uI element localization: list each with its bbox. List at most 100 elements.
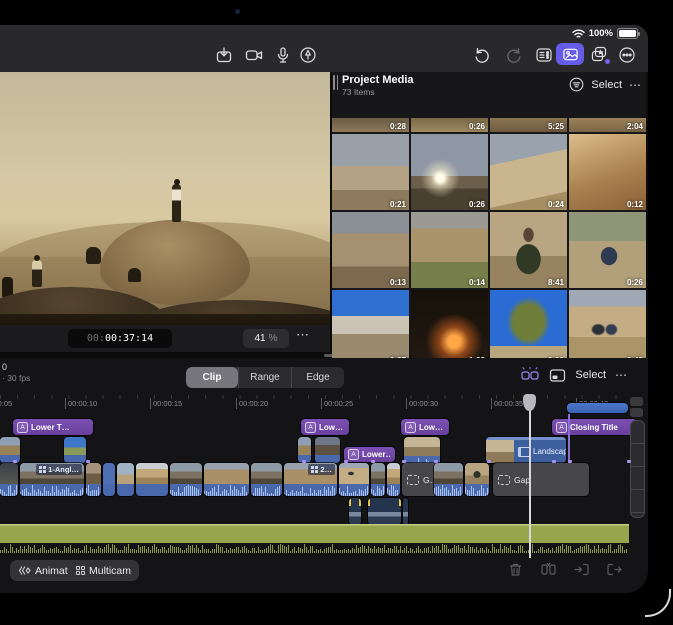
trash-icon[interactable]	[508, 562, 523, 577]
multicam-clip-label: 2…	[320, 465, 332, 474]
title-clip[interactable]: ALow…	[401, 419, 449, 435]
title-clip[interactable]: AClosing Title	[552, 419, 637, 435]
multicam-clip-icon	[39, 466, 46, 473]
title-clip[interactable]: ALow…	[301, 419, 349, 435]
media-thumbnail[interactable]: 0:26	[411, 118, 488, 132]
connected-clip[interactable]	[64, 437, 86, 463]
primary-clip[interactable]: 2…	[284, 463, 337, 496]
multicam-button[interactable]: Multicam	[68, 560, 139, 581]
primary-clip[interactable]: 1-Angl…	[20, 463, 84, 496]
media-select-button[interactable]: Select	[591, 79, 622, 91]
media-thumbnail[interactable]: 0:12	[569, 134, 646, 210]
gap-icon	[498, 475, 510, 485]
overwrite-icon[interactable]	[574, 562, 589, 577]
gap-icon	[407, 475, 419, 485]
track-handle[interactable]	[630, 408, 643, 417]
pencil-icon[interactable]	[299, 46, 317, 64]
media-thumbnail[interactable]: 0:26	[569, 212, 646, 288]
title-clip[interactable]: ALower…	[344, 447, 395, 462]
connected-clip[interactable]	[567, 403, 628, 413]
import-icon[interactable]	[215, 46, 233, 64]
project-media-title: Project Media	[342, 74, 414, 86]
playhead-line[interactable]	[529, 395, 531, 558]
primary-clip[interactable]	[170, 463, 202, 496]
clip-duration: 5:25	[548, 122, 564, 131]
media-thumbnail[interactable]: 0:14	[411, 212, 488, 288]
clip-duration: 0:28	[390, 122, 406, 131]
viewer-person-standing	[172, 184, 181, 222]
device-corner-highlight	[645, 589, 671, 617]
clip-duration: 8:41	[548, 278, 564, 287]
music-waveform	[0, 543, 629, 553]
primary-clip[interactable]	[251, 463, 282, 496]
undo-icon[interactable]	[473, 46, 491, 64]
media-thumbnail[interactable]: 5:25	[490, 118, 567, 132]
media-thumbnail[interactable]: 0:48	[569, 290, 646, 366]
multicam-clip-label: 1-Angl…	[48, 465, 79, 474]
mic-icon[interactable]	[274, 46, 292, 64]
media-thumbnail[interactable]: 0:19	[490, 290, 567, 366]
effects-icon[interactable]	[590, 45, 608, 63]
append-icon[interactable]	[607, 562, 622, 577]
ipad-screenshot: 100%	[0, 0, 673, 625]
final-cut-pro-window: 100%	[0, 25, 648, 593]
primary-clip[interactable]	[434, 463, 463, 496]
inspector-icon[interactable]	[535, 46, 553, 64]
connected-clip-label: Landscap…	[533, 447, 566, 456]
primary-clip[interactable]	[117, 463, 134, 496]
connected-audio-clip[interactable]	[349, 498, 361, 525]
media-thumbnail[interactable]: 0:24	[490, 134, 567, 210]
music-audio-clip[interactable]	[0, 524, 629, 543]
primary-clip[interactable]	[339, 463, 369, 496]
timeline-vertical-scrollbar[interactable]	[630, 420, 645, 518]
media-thumbnail[interactable]: 8:41	[490, 212, 567, 288]
title-badge-icon: A	[305, 422, 316, 433]
primary-clip[interactable]	[371, 463, 385, 496]
media-thumbnail[interactable]: 0:26	[411, 134, 488, 210]
timecode-display[interactable]: 00:00:37:14	[68, 329, 172, 348]
viewer[interactable]	[0, 72, 330, 325]
project-media-panel: Project Media 73 Items Select ⋯ 0:280:26…	[332, 72, 646, 356]
clip-connection-marker	[402, 460, 406, 463]
gap-clip[interactable]: Gap	[493, 463, 589, 496]
primary-clip[interactable]	[387, 463, 400, 496]
multicam-icon	[76, 566, 85, 575]
camera-icon[interactable]	[245, 46, 263, 64]
title-clip-label: Low…	[419, 423, 443, 432]
connected-audio-clip[interactable]	[403, 498, 408, 525]
media-thumbnail[interactable]: 0:13	[332, 212, 409, 288]
title-clip-label: Closing Title	[570, 423, 618, 432]
zoom-level[interactable]: 41%	[243, 329, 289, 348]
primary-clip[interactable]	[103, 463, 115, 496]
media-more-icon[interactable]: ⋯	[629, 78, 642, 92]
multicam-clip-icon	[311, 466, 318, 473]
connected-audio-clip[interactable]	[368, 498, 401, 525]
effects-badge	[605, 59, 610, 64]
animate-icon	[18, 565, 31, 576]
more-icon[interactable]	[618, 46, 636, 64]
playhead-handle[interactable]	[523, 394, 536, 411]
primary-clip[interactable]	[465, 463, 489, 496]
connected-clip[interactable]	[0, 437, 20, 463]
media-thumbnail[interactable]: 0:28	[332, 118, 409, 132]
filter-icon[interactable]	[569, 77, 584, 92]
media-browser-icon[interactable]	[556, 43, 584, 65]
media-thumbnail[interactable]: 0:37	[332, 290, 409, 366]
media-thumbnail[interactable]: 0:21	[332, 134, 409, 210]
blade-icon[interactable]	[541, 562, 556, 577]
battery-percent: 100%	[589, 28, 613, 39]
primary-clip[interactable]	[204, 463, 249, 496]
title-clip[interactable]: ALower T…	[13, 419, 93, 435]
connected-clip[interactable]	[315, 437, 340, 463]
redo-icon[interactable]	[505, 46, 523, 64]
clip-duration: 0:24	[548, 200, 564, 209]
primary-clip[interactable]	[86, 463, 101, 496]
clip-connection-marker	[371, 460, 375, 463]
media-thumbnail[interactable]: 1:28	[411, 290, 488, 366]
primary-clip[interactable]	[136, 463, 168, 496]
media-thumbnail[interactable]: 2:04	[569, 118, 646, 132]
title-badge-icon: A	[348, 449, 359, 460]
track-handle[interactable]	[630, 397, 643, 406]
viewer-more-icon[interactable]: ⋯	[296, 327, 310, 343]
primary-clip[interactable]	[0, 463, 18, 496]
